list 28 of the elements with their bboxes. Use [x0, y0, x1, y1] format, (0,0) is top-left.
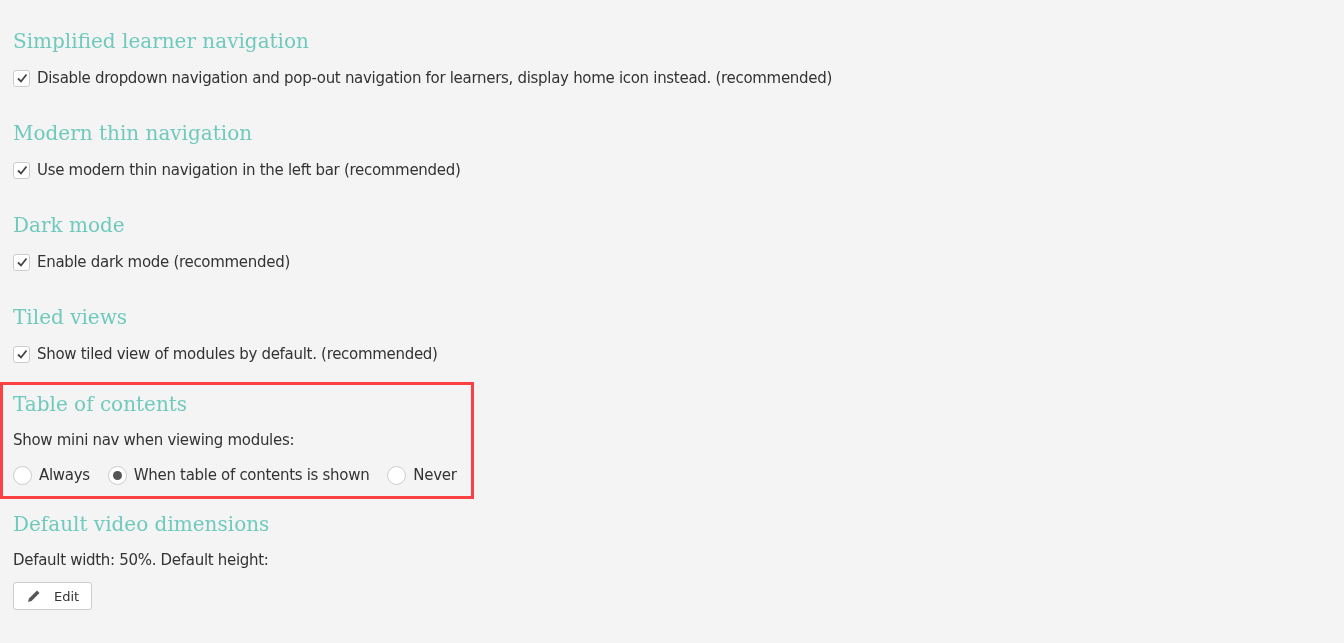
checkbox-label: Enable dark mode (recommended)	[37, 253, 290, 271]
section-heading: Simplified learner navigation	[13, 28, 310, 55]
edit-button[interactable]: Edit	[13, 582, 93, 610]
check-icon	[15, 256, 28, 268]
checkbox[interactable]	[13, 161, 30, 179]
checkbox-label: Disable dropdown navigation and pop-out navigation for learners, display home icon instead. (recommended)	[37, 69, 832, 87]
radio-button[interactable]	[13, 465, 32, 485]
radio-label: When table of contents is shown	[133, 466, 370, 484]
section-heading: Dark mode	[13, 212, 126, 239]
check-icon	[15, 348, 28, 360]
checkbox[interactable]	[13, 69, 30, 87]
checkbox-label: Show tiled view of modules by default. (recommended)	[37, 345, 438, 363]
checkbox-label: Use modern thin navigation in the left bar (recommended)	[37, 161, 461, 179]
dimensions-text: Default width: 50%. Default height:	[13, 550, 270, 571]
checkbox[interactable]	[13, 253, 30, 271]
check-icon	[15, 164, 28, 176]
prompt-text: Show mini nav when viewing modules:	[13, 430, 296, 451]
radio-label: Always	[39, 466, 90, 484]
pencil-icon	[26, 588, 42, 604]
check-icon	[15, 72, 28, 84]
radio-button[interactable]	[107, 465, 127, 485]
radio-button[interactable]	[387, 465, 407, 485]
section-heading: Table of contents	[13, 391, 189, 418]
checkbox[interactable]	[13, 345, 30, 363]
section-heading: Default video dimensions	[13, 511, 270, 538]
section-heading: Tiled views	[13, 304, 129, 331]
radio-label: Never	[413, 466, 457, 484]
section-heading: Modern thin navigation	[13, 120, 254, 147]
